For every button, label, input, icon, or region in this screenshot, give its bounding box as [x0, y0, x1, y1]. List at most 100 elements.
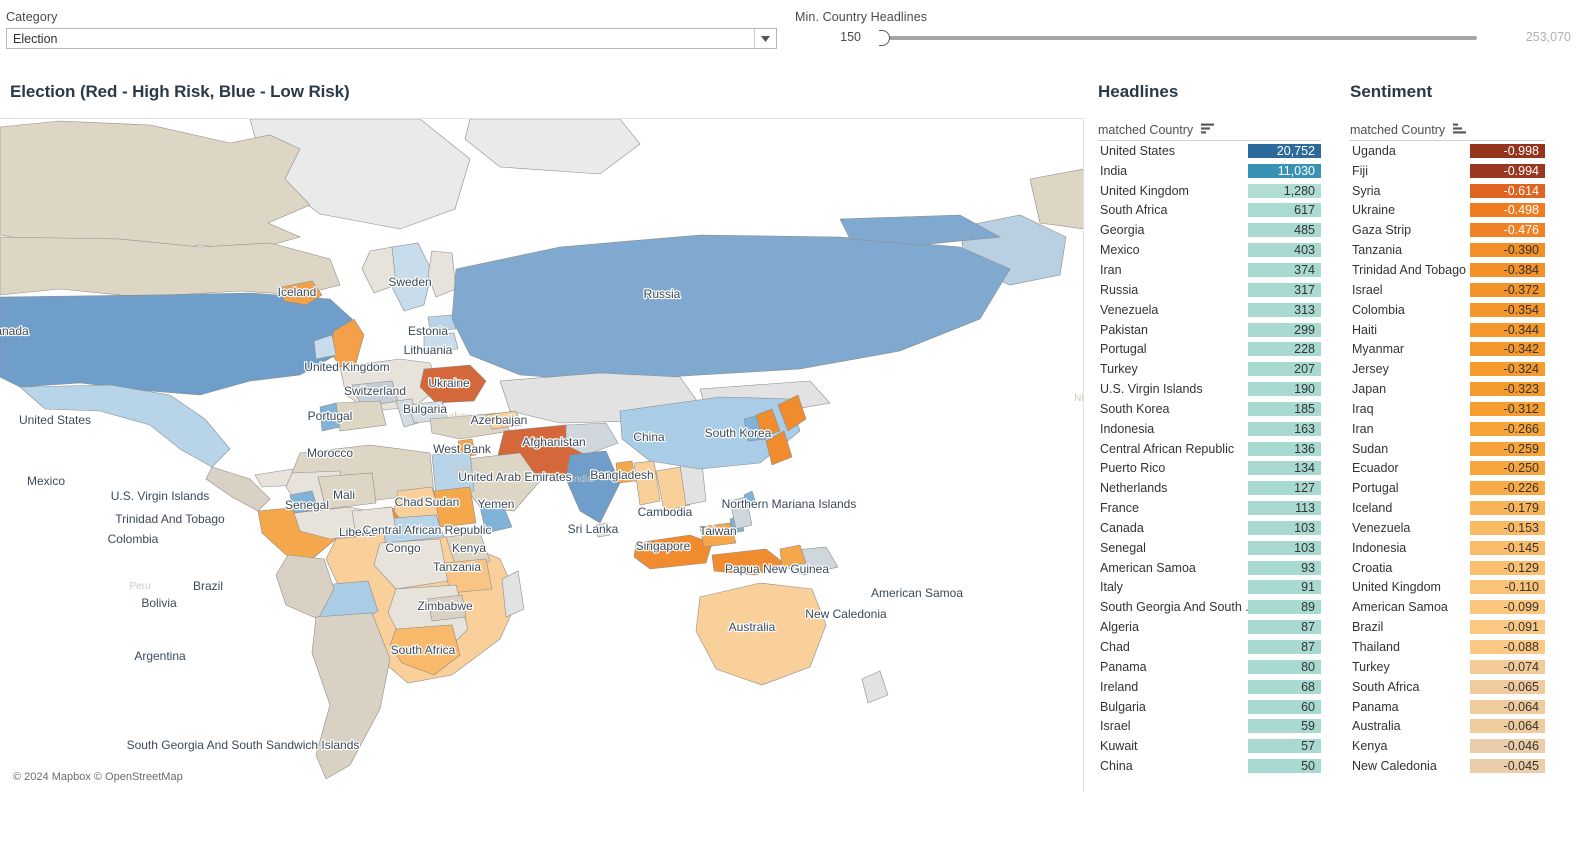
- table-row[interactable]: Georgia 485: [1098, 220, 1336, 240]
- slider-track[interactable]: [887, 36, 1477, 40]
- table-row[interactable]: South Africa -0.065: [1350, 677, 1580, 697]
- table-row[interactable]: Venezuela -0.153: [1350, 518, 1580, 538]
- table-row[interactable]: Myanmar -0.342: [1350, 339, 1580, 359]
- value-cell: -0.266: [1470, 421, 1545, 436]
- table-row[interactable]: Syria -0.614: [1350, 181, 1580, 201]
- table-row[interactable]: Canada 103: [1098, 518, 1336, 538]
- country-name-cell: Israel: [1100, 719, 1131, 734]
- table-row[interactable]: Australia -0.064: [1350, 716, 1580, 736]
- table-row[interactable]: Bulgaria 60: [1098, 697, 1336, 717]
- table-row[interactable]: Iceland -0.179: [1350, 498, 1580, 518]
- table-row[interactable]: Fiji -0.994: [1350, 161, 1580, 181]
- sentiment-column-label: matched Country: [1350, 123, 1446, 137]
- table-row[interactable]: Turkey 207: [1098, 359, 1336, 379]
- category-dropdown[interactable]: Election: [6, 28, 777, 49]
- table-row[interactable]: New Caledonia -0.045: [1350, 756, 1580, 776]
- table-row[interactable]: Senegal 103: [1098, 538, 1336, 558]
- value-cell: -0.099: [1470, 600, 1545, 615]
- table-row[interactable]: American Samoa 93: [1098, 558, 1336, 578]
- table-row[interactable]: South Korea 185: [1098, 399, 1336, 419]
- table-row[interactable]: Iran -0.266: [1350, 419, 1580, 439]
- table-row[interactable]: American Samoa -0.099: [1350, 597, 1580, 617]
- table-row[interactable]: Thailand -0.088: [1350, 637, 1580, 657]
- country-name-cell: Pakistan: [1100, 322, 1148, 337]
- table-row[interactable]: Kenya -0.046: [1350, 736, 1580, 756]
- table-row[interactable]: Gaza Strip -0.476: [1350, 220, 1580, 240]
- world-choropleth-map[interactable]: NigeriaEgyptIndiaTurkeyPeru anadaUnited …: [0, 118, 1084, 792]
- table-row[interactable]: U.S. Virgin Islands 190: [1098, 379, 1336, 399]
- table-row[interactable]: Uganda -0.998: [1350, 141, 1580, 161]
- table-row[interactable]: Puerto Rico 134: [1098, 459, 1336, 479]
- country-name-cell: Gaza Strip: [1352, 223, 1412, 238]
- table-row[interactable]: Mexico 403: [1098, 240, 1336, 260]
- table-row[interactable]: Iraq -0.312: [1350, 399, 1580, 419]
- sentiment-table[interactable]: Uganda -0.998 Fiji -0.994 Syria -0.614 Ukraine…: [1350, 141, 1580, 792]
- table-row[interactable]: Panama -0.064: [1350, 697, 1580, 717]
- sort-descending-icon[interactable]: [1201, 123, 1215, 137]
- country-name-cell: Myanmar: [1352, 342, 1405, 357]
- table-row[interactable]: Portugal -0.226: [1350, 478, 1580, 498]
- table-row[interactable]: Russia 317: [1098, 280, 1336, 300]
- table-row[interactable]: China 50: [1098, 756, 1336, 776]
- table-row[interactable]: Chad 87: [1098, 637, 1336, 657]
- table-row[interactable]: Panama 80: [1098, 657, 1336, 677]
- table-row[interactable]: Trinidad And Tobago -0.384: [1350, 260, 1580, 280]
- table-row[interactable]: Algeria 87: [1098, 617, 1336, 637]
- table-row[interactable]: Japan -0.323: [1350, 379, 1580, 399]
- map-label: West Bank: [433, 442, 492, 456]
- map-label: U.S. Virgin Islands: [111, 489, 210, 503]
- map-label: United Arab Emirates: [458, 470, 571, 484]
- table-row[interactable]: Indonesia -0.145: [1350, 538, 1580, 558]
- table-row[interactable]: Pakistan 299: [1098, 320, 1336, 340]
- map-label: Sudan: [425, 495, 460, 509]
- sentiment-column-header[interactable]: matched Country: [1350, 119, 1467, 141]
- country-name-cell: Indonesia: [1100, 421, 1155, 436]
- table-row[interactable]: Croatia -0.129: [1350, 558, 1580, 578]
- table-row[interactable]: Sudan -0.259: [1350, 439, 1580, 459]
- table-row[interactable]: Jersey -0.324: [1350, 359, 1580, 379]
- table-row[interactable]: United Kingdom -0.110: [1350, 578, 1580, 598]
- slider-handle[interactable]: [879, 30, 890, 46]
- table-row[interactable]: Ukraine -0.498: [1350, 201, 1580, 221]
- map-label: South Georgia And South Sandwich Islands: [127, 738, 360, 752]
- table-row[interactable]: India 11,030: [1098, 161, 1336, 181]
- headlines-table[interactable]: United States 20,752 India 11,030 United Kin…: [1098, 141, 1336, 792]
- table-row[interactable]: Haiti -0.344: [1350, 320, 1580, 340]
- table-row[interactable]: Ireland 68: [1098, 677, 1336, 697]
- table-row[interactable]: Venezuela 313: [1098, 300, 1336, 320]
- table-row[interactable]: Turkey -0.074: [1350, 657, 1580, 677]
- map-label: Australia: [729, 620, 776, 634]
- table-row[interactable]: Iran 374: [1098, 260, 1336, 280]
- map-attribution: © 2024 Mapbox © OpenStreetMap: [10, 770, 186, 784]
- value-cell: -0.998: [1470, 143, 1545, 158]
- table-row[interactable]: Netherlands 127: [1098, 478, 1336, 498]
- map-svg[interactable]: NigeriaEgyptIndiaTurkeyPeru anadaUnited …: [0, 119, 1084, 792]
- sort-ascending-icon[interactable]: [1453, 123, 1467, 137]
- table-row[interactable]: United Kingdom 1,280: [1098, 181, 1336, 201]
- headlines-column-header[interactable]: matched Country: [1098, 119, 1215, 141]
- chevron-down-icon[interactable]: [754, 29, 776, 48]
- value-cell: -0.344: [1470, 322, 1545, 337]
- country-name-cell: Puerto Rico: [1100, 461, 1166, 476]
- min-country-headlines-slider[interactable]: 150 253,070: [795, 27, 1575, 51]
- table-row[interactable]: Israel -0.372: [1350, 280, 1580, 300]
- table-row[interactable]: Israel 59: [1098, 716, 1336, 736]
- table-row[interactable]: South Africa 617: [1098, 201, 1336, 221]
- table-row[interactable]: Kuwait 57: [1098, 736, 1336, 756]
- table-row[interactable]: South Georgia And South .. 89: [1098, 597, 1336, 617]
- table-row[interactable]: Indonesia 163: [1098, 419, 1336, 439]
- table-row[interactable]: Tanzania -0.390: [1350, 240, 1580, 260]
- table-row[interactable]: Italy 91: [1098, 578, 1336, 598]
- table-row[interactable]: Brazil -0.091: [1350, 617, 1580, 637]
- map-label: Zimbabwe: [417, 599, 473, 613]
- table-row[interactable]: Ecuador -0.250: [1350, 459, 1580, 479]
- table-row[interactable]: United States 20,752: [1098, 141, 1336, 161]
- table-row[interactable]: France 113: [1098, 498, 1336, 518]
- map-label: Mali: [333, 488, 355, 502]
- table-row[interactable]: Portugal 228: [1098, 339, 1336, 359]
- slider-track-wrap[interactable]: [877, 27, 1477, 49]
- map-label: Trinidad And Tobago: [115, 512, 225, 526]
- table-row[interactable]: Central African Republic 136: [1098, 439, 1336, 459]
- table-row[interactable]: Colombia -0.354: [1350, 300, 1580, 320]
- country-name-cell: Haiti: [1352, 322, 1378, 337]
